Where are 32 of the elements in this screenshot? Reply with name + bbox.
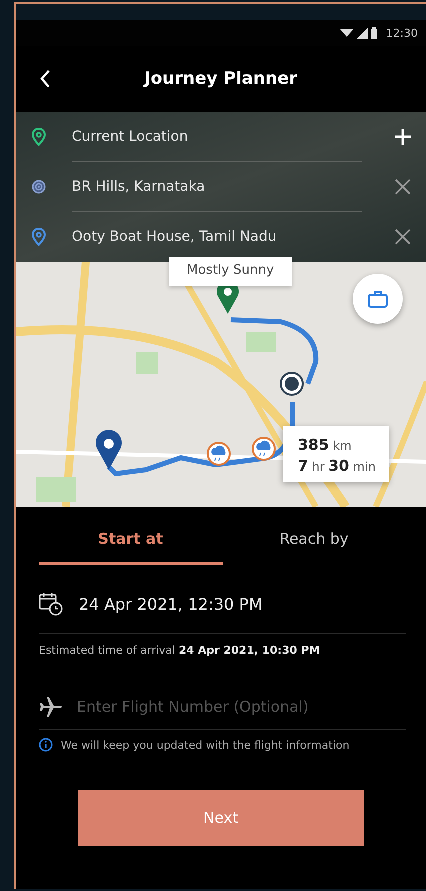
arrival-estimate: Estimated time of arrival 24 Apr 2021, 10:30 PM: [39, 644, 322, 657]
wifi-icon: [340, 27, 354, 39]
duration-text: 7 hr 30 min: [298, 456, 377, 477]
calendar-clock-icon: [39, 592, 63, 616]
location-name[interactable]: Ooty Boat House, Tamil Nadu: [72, 229, 394, 245]
flight-number-field[interactable]: Enter Flight Number (Optional): [77, 698, 406, 716]
location-name[interactable]: BR Hills, Karnataka: [72, 179, 394, 195]
close-icon[interactable]: [394, 178, 412, 196]
plus-icon[interactable]: [394, 128, 412, 146]
weather-label: Mostly Sunny: [169, 257, 292, 286]
briefcase-icon: [368, 290, 388, 308]
screen-title: Journey Planner: [144, 69, 298, 89]
back-icon[interactable]: [40, 69, 52, 89]
target-icon: [32, 178, 46, 196]
park-area: [136, 352, 158, 374]
info-text: We will keep you updated with the flight information: [61, 738, 350, 752]
close-icon[interactable]: [394, 228, 412, 246]
battery-icon: [371, 27, 378, 39]
park-area: [36, 477, 76, 502]
tab[interactable]: Start at: [39, 525, 222, 565]
park-area: [246, 332, 276, 352]
tab[interactable]: Reach by: [222, 525, 406, 565]
location-pin-icon: [96, 430, 122, 470]
info-icon: [39, 738, 53, 752]
location-pin-icon: [32, 228, 46, 246]
status-time: 12:30: [386, 26, 418, 40]
airplane-icon: [39, 696, 63, 718]
location-name[interactable]: Current Location: [72, 129, 394, 145]
signal-icon: [357, 27, 368, 39]
location-pin-icon: [32, 128, 46, 146]
departure-date-field[interactable]: 24 Apr 2021, 12:30 PM: [79, 594, 263, 614]
distance-text: 385 km: [298, 435, 353, 456]
